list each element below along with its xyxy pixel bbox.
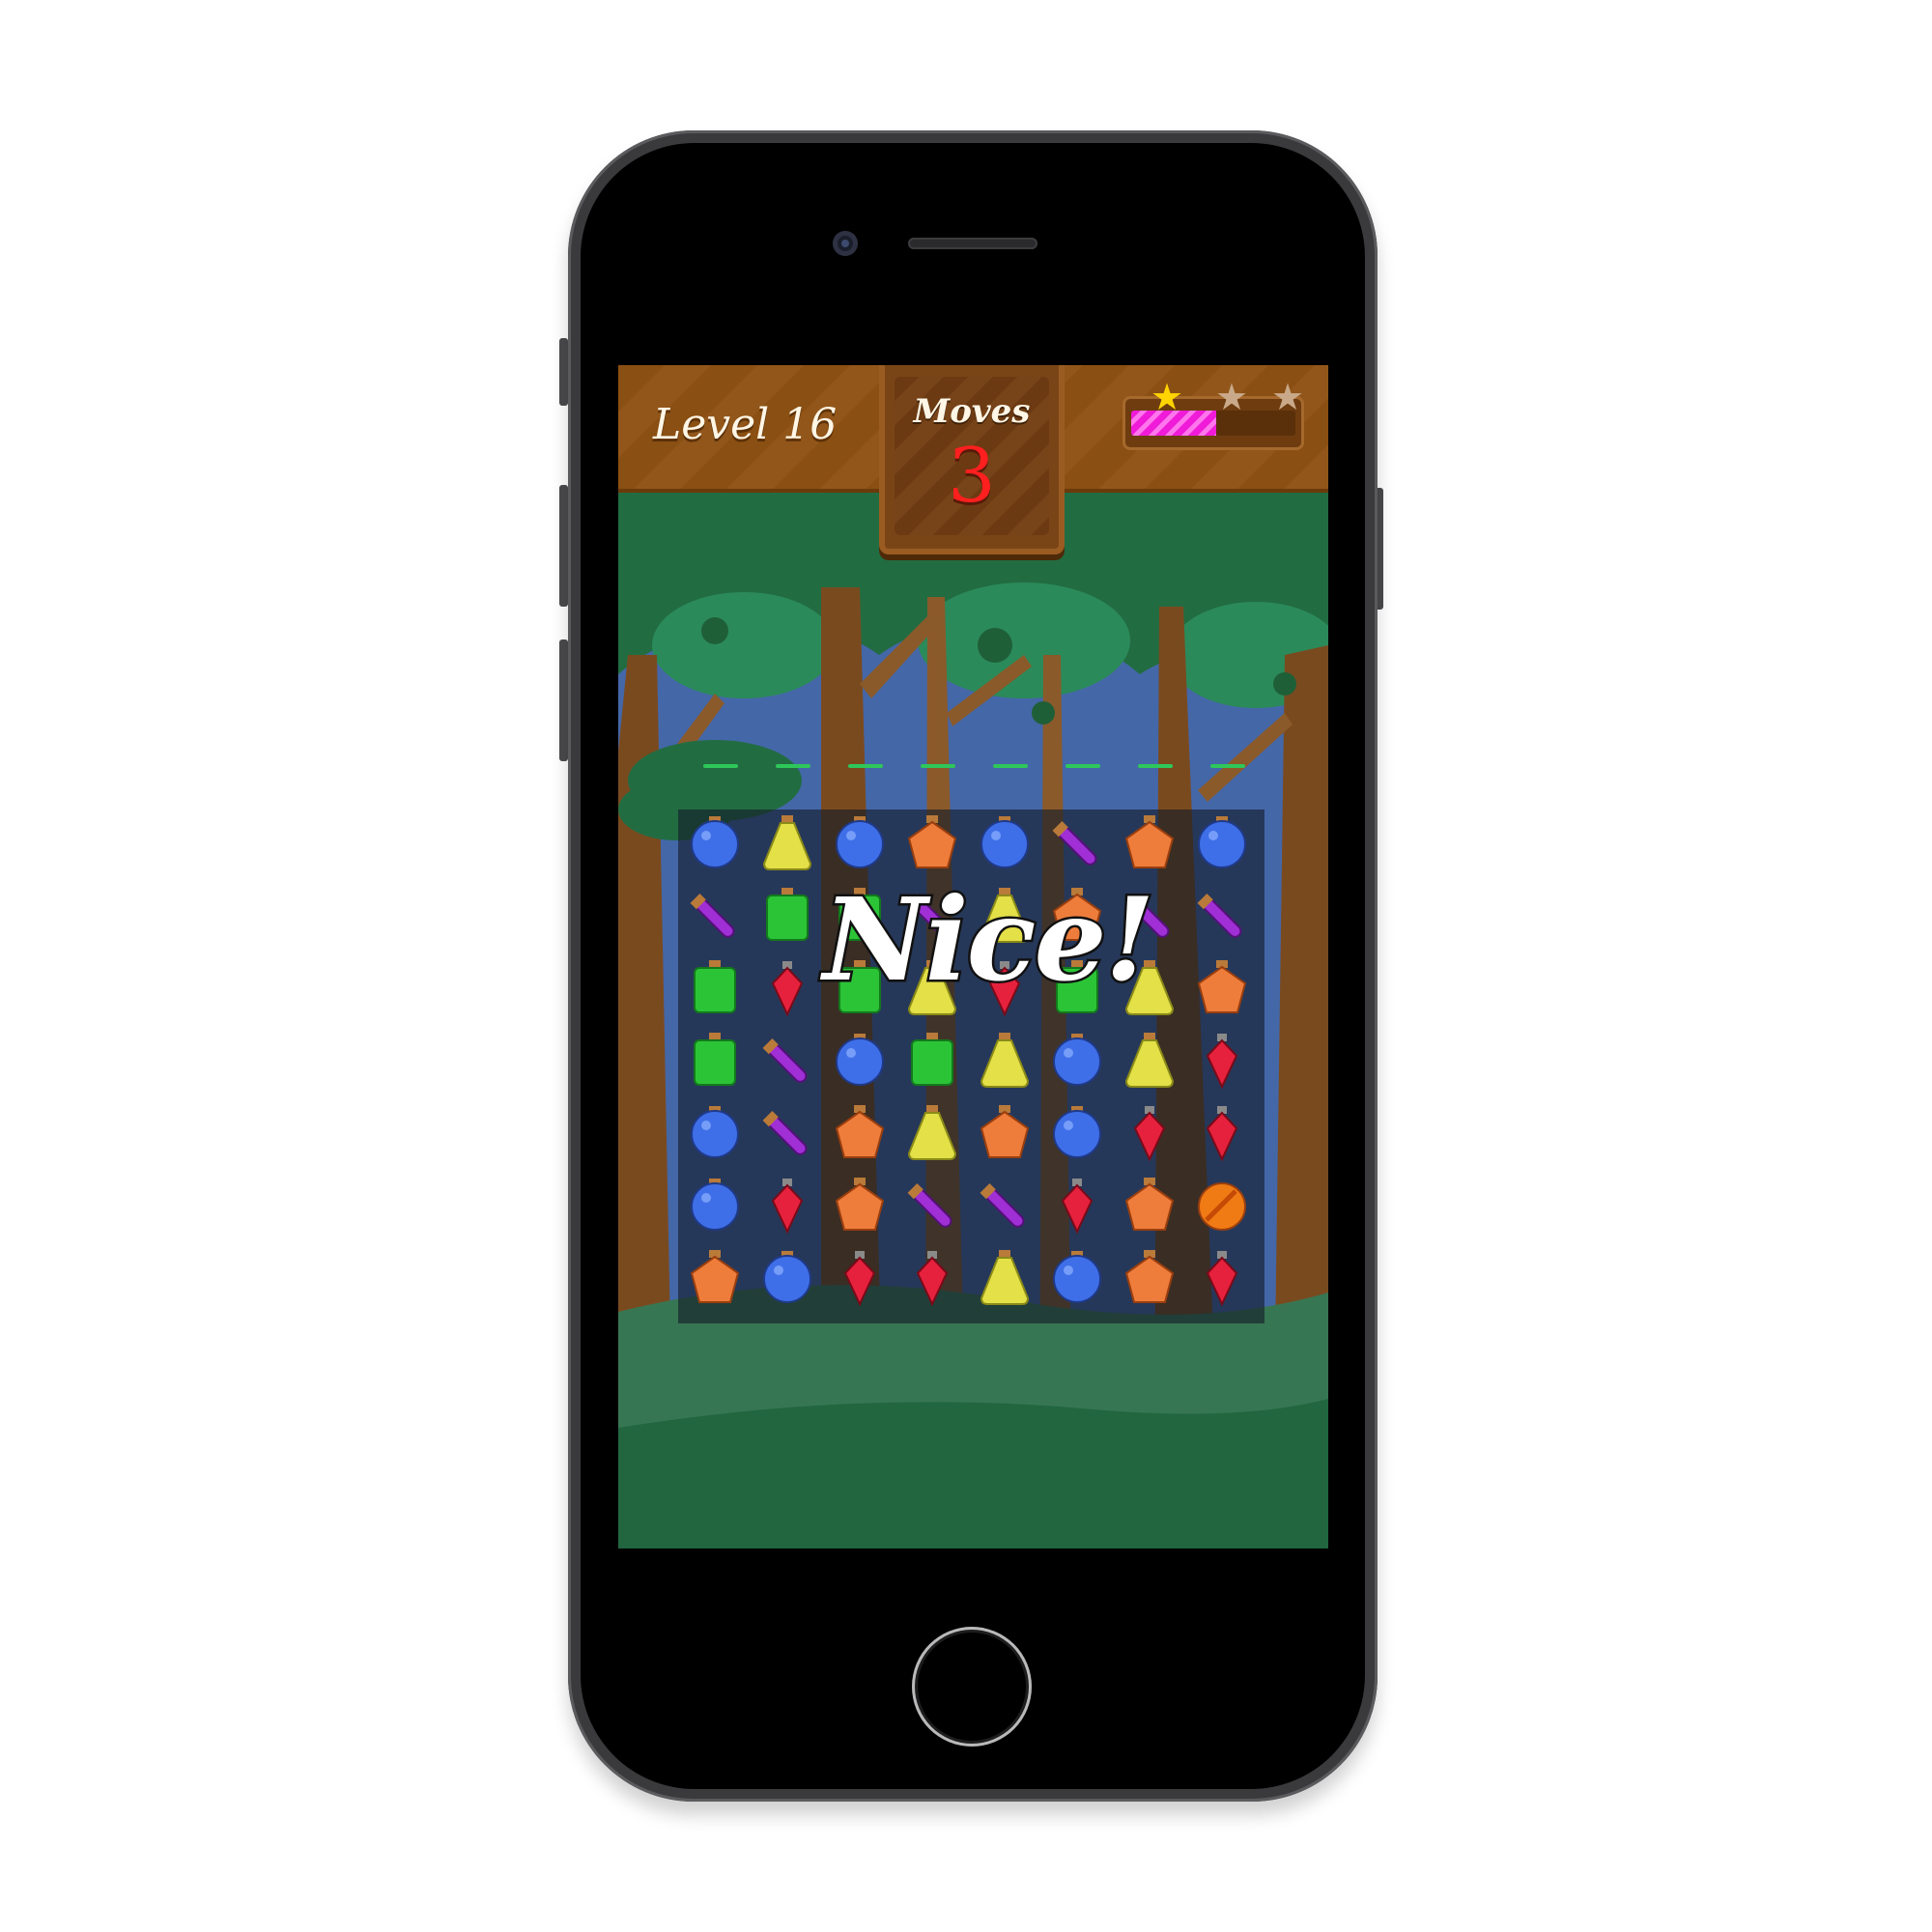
orange-bomb-icon[interactable] [1198, 1182, 1246, 1231]
game-screen: Level 16 ★ ★ ★ Moves 3 Nice! [618, 365, 1328, 1548]
moves-panel: Moves 3 [879, 365, 1065, 554]
purple-vial-icon[interactable] [980, 1182, 1026, 1229]
moves-counter: 3 [948, 433, 996, 520]
blue-potion-icon[interactable] [1198, 816, 1246, 868]
home-button[interactable] [912, 1627, 1032, 1747]
green-potion-icon[interactable] [694, 960, 736, 1013]
red-crystal-icon[interactable] [1206, 1034, 1238, 1090]
orange-potion-icon[interactable] [835, 1105, 885, 1158]
orange-potion-icon[interactable] [1124, 815, 1175, 868]
red-crystal-icon[interactable] [1206, 1251, 1238, 1307]
yellow-potion-icon[interactable] [907, 1105, 957, 1160]
volume-down-button [559, 639, 568, 761]
blue-potion-icon[interactable] [691, 1179, 739, 1231]
yellow-potion-icon[interactable] [980, 1033, 1030, 1088]
yellow-potion-icon[interactable] [980, 1250, 1030, 1305]
red-crystal-icon[interactable] [1133, 1106, 1166, 1162]
purple-vial-icon[interactable] [1052, 820, 1098, 867]
yellow-potion-icon[interactable] [762, 815, 812, 870]
green-potion-icon[interactable] [694, 1033, 736, 1086]
red-crystal-icon[interactable] [843, 1251, 876, 1307]
green-potion-icon[interactable] [911, 1033, 953, 1086]
purple-vial-icon[interactable] [1197, 893, 1243, 939]
level-label: Level 16 [653, 400, 838, 449]
purple-vial-icon[interactable] [907, 1182, 953, 1229]
star-icon: ★ [1151, 376, 1184, 418]
red-crystal-icon[interactable] [771, 1179, 804, 1235]
red-crystal-icon[interactable] [916, 1251, 949, 1307]
blue-potion-icon[interactable] [980, 816, 1029, 868]
earpiece-speaker [908, 238, 1037, 249]
orange-potion-icon[interactable] [907, 815, 957, 868]
purple-vial-icon[interactable] [762, 1037, 809, 1084]
orange-potion-icon[interactable] [980, 1105, 1030, 1158]
blue-potion-icon[interactable] [836, 1034, 884, 1086]
blue-potion-icon[interactable] [1053, 1251, 1101, 1303]
yellow-potion-icon[interactable] [1124, 1033, 1175, 1088]
orange-potion-icon[interactable] [1124, 1250, 1175, 1303]
green-potion-icon[interactable] [766, 888, 809, 941]
blue-potion-icon[interactable] [691, 1106, 739, 1158]
stage: Level 16 ★ ★ ★ Moves 3 Nice! [0, 0, 1932, 1932]
blue-potion-icon[interactable] [763, 1251, 811, 1303]
blue-potion-icon[interactable] [836, 816, 884, 868]
orange-potion-icon[interactable] [1124, 1178, 1175, 1231]
blue-potion-icon[interactable] [1053, 1034, 1101, 1086]
moves-label: Moves [913, 392, 1031, 431]
red-crystal-icon[interactable] [1061, 1179, 1094, 1235]
orange-potion-icon[interactable] [1197, 960, 1247, 1013]
purple-vial-icon[interactable] [690, 893, 736, 939]
blue-potion-icon[interactable] [1053, 1106, 1101, 1158]
volume-up-button [559, 485, 568, 607]
orange-potion-icon[interactable] [690, 1250, 740, 1303]
feedback-text: Nice! [821, 870, 1157, 1009]
front-camera [833, 231, 858, 256]
purple-vial-icon[interactable] [762, 1110, 809, 1156]
star-icon: ★ [1271, 376, 1305, 418]
red-crystal-icon[interactable] [771, 961, 804, 1017]
star-icon: ★ [1215, 376, 1249, 418]
mute-switch [559, 338, 568, 406]
blue-potion-icon[interactable] [691, 816, 739, 868]
red-crystal-icon[interactable] [1206, 1106, 1238, 1162]
orange-potion-icon[interactable] [835, 1178, 885, 1231]
